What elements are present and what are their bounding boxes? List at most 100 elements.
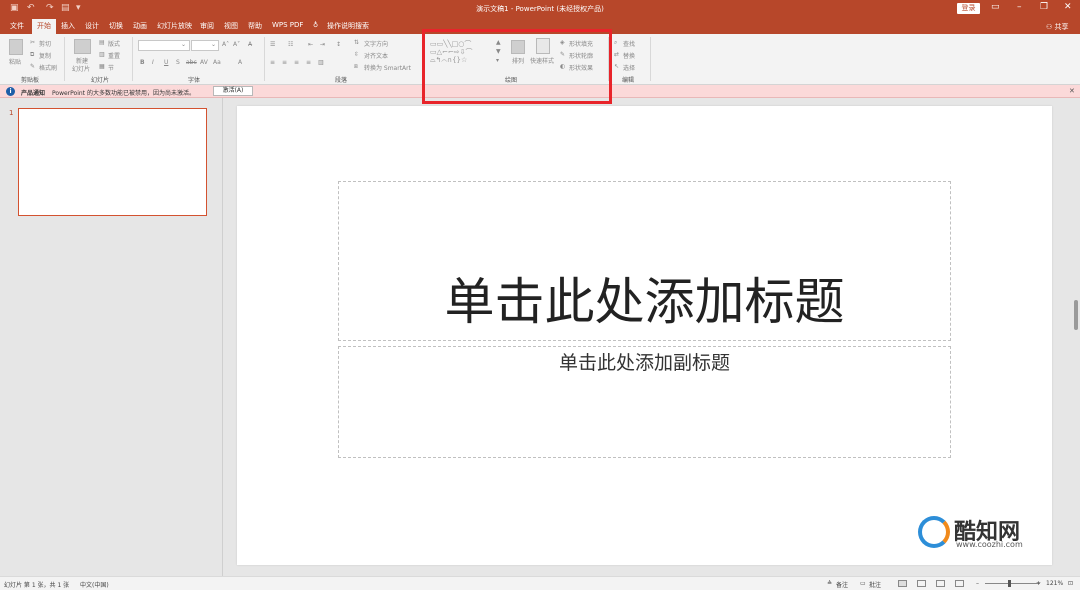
italic-icon[interactable]: I (152, 59, 154, 66)
align-left-icon[interactable]: ≡ (270, 59, 275, 66)
copy-button[interactable]: 复制 (39, 51, 51, 60)
comments-button[interactable]: 批注 (869, 580, 881, 589)
tab-home[interactable]: 开始 (32, 19, 56, 34)
language-indicator[interactable]: 中文(中国) (80, 580, 109, 589)
increase-font-icon[interactable]: A˄ (222, 41, 229, 48)
tab-animations[interactable]: 动画 (133, 21, 147, 31)
zoom-level[interactable]: 121% (1046, 580, 1063, 587)
find-button[interactable]: 查找 (623, 39, 635, 48)
text-direction-button[interactable]: 文字方向 (364, 39, 388, 48)
paste-label[interactable]: 粘贴 (9, 57, 21, 66)
slide-sorter-icon[interactable] (917, 580, 926, 587)
tab-file[interactable]: 文件 (10, 21, 24, 31)
paste-icon[interactable] (9, 39, 23, 55)
zoom-slider-thumb[interactable] (1008, 580, 1011, 587)
clear-formatting-icon[interactable]: A̶ (248, 41, 252, 48)
pane-divider[interactable] (222, 98, 223, 576)
tab-help[interactable]: 帮助 (248, 21, 262, 31)
justify-icon[interactable]: ≡ (306, 59, 311, 66)
layout-icon[interactable]: ▤ (99, 39, 105, 46)
slide-canvas[interactable]: 单击此处添加标题 单击此处添加副标题 (237, 106, 1052, 565)
zoom-in-icon[interactable]: + (1036, 580, 1041, 587)
convert-smartart-button[interactable]: 转换为 SmartArt (364, 63, 411, 72)
title-placeholder-text[interactable]: 单击此处添加标题 (339, 262, 950, 334)
minimize-icon[interactable]: – (1017, 2, 1022, 12)
close-notice-icon[interactable]: ✕ (1069, 87, 1075, 95)
text-direction-icon[interactable]: ⇅ (354, 39, 359, 46)
watermark-logo-icon (918, 516, 950, 548)
line-spacing-icon[interactable]: ↕ (336, 41, 341, 48)
cut-button[interactable]: 剪切 (39, 39, 51, 48)
bold-icon[interactable]: B (140, 59, 145, 66)
numbering-icon[interactable]: ☷ (288, 41, 293, 48)
increase-indent-icon[interactable]: ⇥ (320, 41, 325, 48)
replace-icon[interactable]: ⇄ (614, 51, 619, 58)
share-label: 共享 (1054, 23, 1069, 31)
copy-icon[interactable]: ⧉ (30, 51, 34, 59)
subtitle-placeholder-text[interactable]: 单击此处添加副标题 (339, 348, 950, 375)
strikethrough-icon[interactable]: abc (186, 59, 197, 66)
normal-view-icon[interactable] (898, 580, 907, 587)
underline-icon[interactable]: U (164, 59, 168, 66)
tab-transitions[interactable]: 切换 (109, 21, 123, 31)
format-painter-button[interactable]: 格式刷 (39, 63, 57, 72)
drawing-group-highlight (422, 29, 612, 104)
title-placeholder[interactable]: 单击此处添加标题 (338, 181, 951, 341)
section-icon[interactable]: ▦ (99, 63, 105, 70)
tab-slideshow[interactable]: 幻灯片放映 (157, 21, 192, 31)
align-text-button[interactable]: 对齐文本 (364, 51, 388, 60)
ribbon-display-options-icon[interactable]: ▭ (991, 2, 1000, 12)
subtitle-placeholder[interactable]: 单击此处添加副标题 (338, 346, 951, 458)
select-button[interactable]: 选择 (623, 63, 635, 72)
font-color-icon[interactable]: A (238, 59, 242, 66)
decrease-font-icon[interactable]: A˅ (233, 41, 240, 48)
zoom-slider[interactable] (985, 583, 1040, 584)
decrease-indent-icon[interactable]: ⇤ (308, 41, 313, 48)
reset-icon[interactable]: ▥ (99, 51, 105, 58)
replace-button[interactable]: 替换 (623, 51, 635, 60)
restore-icon[interactable]: ❐ (1040, 2, 1048, 12)
activate-button[interactable]: 激活(A) (213, 86, 253, 96)
new-slide-label-2[interactable]: 幻灯片 (72, 64, 90, 73)
lightbulb-icon: ♁ (313, 21, 319, 29)
section-button[interactable]: 节 (108, 63, 114, 72)
align-text-icon[interactable]: ⇳ (354, 51, 359, 58)
share-button[interactable]: ⚇ 共享 (1046, 22, 1069, 32)
watermark: 酷知网 www.coozhi.com (898, 503, 1063, 563)
align-center-icon[interactable]: ≡ (282, 59, 287, 66)
char-spacing-icon[interactable]: AV (200, 59, 208, 66)
comments-icon[interactable]: ▭ (860, 580, 866, 587)
tab-insert[interactable]: 插入 (61, 21, 75, 31)
tab-wps-pdf[interactable]: WPS PDF (272, 21, 303, 29)
find-icon[interactable]: ⌕ (614, 39, 617, 47)
notes-button[interactable]: 备注 (836, 580, 848, 589)
tab-review[interactable]: 审阅 (200, 21, 214, 31)
format-painter-icon[interactable]: ✎ (30, 63, 35, 70)
slide-thumbnail[interactable] (18, 108, 207, 216)
font-name-dropdown-icon[interactable]: ⌄ (181, 41, 186, 48)
bullets-icon[interactable]: ☰ (270, 41, 275, 48)
columns-icon[interactable]: ▥ (318, 59, 324, 66)
vertical-scrollbar[interactable] (1074, 300, 1078, 330)
reset-button[interactable]: 重置 (108, 51, 120, 60)
select-icon[interactable]: ↖ (614, 63, 619, 70)
fit-to-window-icon[interactable]: ⊡ (1068, 580, 1073, 587)
change-case-icon[interactable]: Aa (213, 59, 221, 66)
tab-design[interactable]: 设计 (85, 21, 99, 31)
shadow-icon[interactable]: S (176, 59, 180, 66)
login-button[interactable]: 登录 (957, 3, 980, 14)
notes-icon[interactable]: ≙ (827, 580, 832, 587)
zoom-out-icon[interactable]: – (976, 580, 979, 587)
smartart-icon[interactable]: ⧈ (354, 63, 358, 71)
new-slide-icon[interactable] (74, 39, 91, 54)
slideshow-view-icon[interactable] (955, 580, 964, 587)
cut-icon[interactable]: ✂ (30, 39, 35, 46)
font-size-dropdown-icon[interactable]: ⌄ (211, 41, 216, 48)
align-right-icon[interactable]: ≡ (294, 59, 299, 66)
tell-me-search[interactable]: 操作说明搜索 (327, 21, 369, 31)
tab-view[interactable]: 视图 (224, 21, 238, 31)
close-icon[interactable]: ✕ (1064, 2, 1072, 12)
reading-view-icon[interactable] (936, 580, 945, 587)
window-title: 演示文稿1 - PowerPoint (未经授权产品) (476, 5, 604, 13)
layout-button[interactable]: 版式 (108, 39, 120, 48)
